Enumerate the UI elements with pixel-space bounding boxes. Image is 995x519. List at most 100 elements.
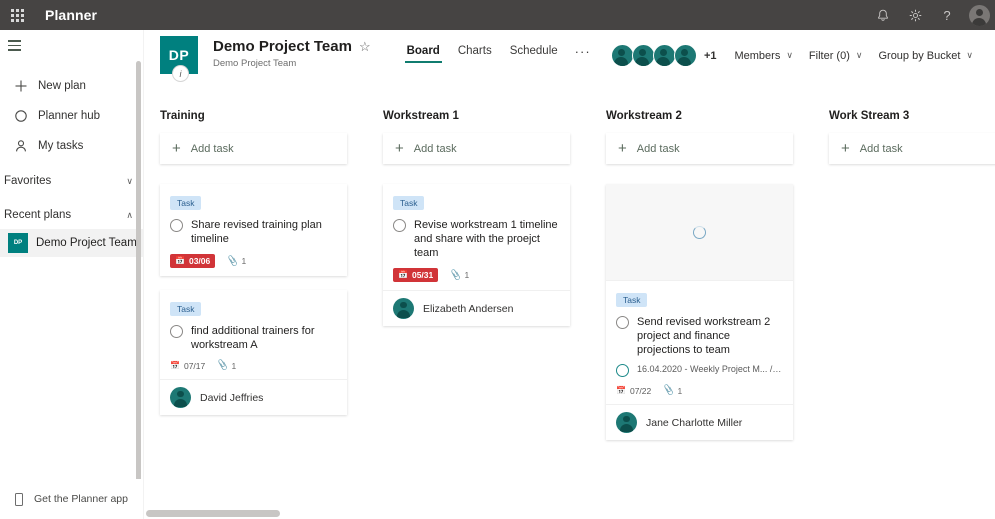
bucket-workstream-2: Workstream 2 + Add task Task Send revise… bbox=[606, 110, 793, 454]
task-complete-checkbox[interactable] bbox=[170, 325, 183, 338]
app-launcher-waffle-icon[interactable] bbox=[0, 0, 34, 30]
members-dropdown[interactable]: Members ∨ bbox=[726, 46, 800, 66]
help-question-icon[interactable]: ? bbox=[931, 0, 963, 30]
circle-glyph bbox=[15, 110, 27, 122]
sidebar-item-new-plan[interactable]: New plan bbox=[0, 71, 143, 101]
sidebar-item-label: Planner hub bbox=[38, 110, 101, 122]
add-task-button[interactable]: + Add task bbox=[829, 133, 995, 164]
member-avatar-stack[interactable] bbox=[610, 44, 697, 67]
sidebar-item-demo-project-team[interactable]: DP Demo Project Team bbox=[0, 229, 143, 257]
tab-board[interactable]: Board bbox=[399, 43, 448, 63]
label-chip[interactable]: Task bbox=[616, 293, 648, 307]
sidebar-section-recent-plans[interactable]: Recent plans ∧ bbox=[0, 201, 143, 229]
get-planner-app-link[interactable]: Get the Planner app bbox=[0, 479, 143, 519]
member-avatar[interactable] bbox=[631, 44, 655, 67]
settings-gear-icon[interactable] bbox=[899, 0, 931, 30]
member-avatar[interactable] bbox=[652, 44, 676, 67]
sidebar-item-my-tasks[interactable]: My tasks bbox=[0, 131, 143, 161]
group-by-dropdown[interactable]: Group by Bucket ∨ bbox=[870, 46, 981, 66]
plus-icon: + bbox=[172, 140, 181, 157]
bucket-list: Training + Add task Task Share revised t… bbox=[160, 110, 995, 454]
attachment-value: 1 bbox=[241, 256, 247, 266]
board-scrollbar-thumb[interactable] bbox=[146, 510, 280, 517]
filter-label: Filter (0) bbox=[808, 49, 850, 62]
assignee-avatar[interactable] bbox=[616, 412, 637, 433]
task-card[interactable]: Task Share revised training plan timelin… bbox=[160, 184, 347, 276]
section-label: Favorites bbox=[4, 175, 52, 187]
board-horizontal-scrollbar[interactable] bbox=[144, 507, 995, 519]
tab-overflow-ellipsis-icon[interactable]: ··· bbox=[568, 43, 598, 60]
suite-bar-actions: ? bbox=[867, 0, 995, 30]
subtask-title: 16.04.2020 - Weekly Project M... / 2 - W… bbox=[637, 364, 783, 374]
due-date-badge[interactable]: 📅 07/17 bbox=[170, 361, 205, 371]
sidebar-item-label: New plan bbox=[38, 80, 86, 92]
task-card-body: Task Revise workstream 1 timeline and sh… bbox=[383, 184, 570, 290]
member-overflow-count[interactable]: +1 bbox=[704, 50, 717, 62]
add-task-label: Add task bbox=[190, 142, 234, 155]
chevron-down-icon: ∨ bbox=[786, 50, 793, 60]
bell-glyph bbox=[878, 9, 888, 21]
get-app-label: Get the Planner app bbox=[34, 493, 128, 505]
task-meta-row: 📅 03/06 📎 1 bbox=[170, 254, 337, 268]
tab-schedule[interactable]: Schedule bbox=[502, 43, 566, 63]
attachment-value: 1 bbox=[464, 270, 470, 280]
sidebar-vertical-scrollbar[interactable] bbox=[136, 61, 141, 479]
subtask-row: 16.04.2020 - Weekly Project M... / 2 - W… bbox=[616, 363, 783, 377]
label-chip[interactable]: Task bbox=[170, 196, 202, 210]
bucket-title[interactable]: Training bbox=[160, 110, 347, 124]
bucket-training: Training + Add task Task Share revised t… bbox=[160, 110, 347, 429]
chevron-down-icon: ∨ bbox=[855, 50, 863, 60]
task-title: Share revised training plan timeline bbox=[191, 219, 322, 245]
label-chip[interactable]: Task bbox=[170, 302, 202, 316]
app-title: Planner bbox=[45, 7, 98, 23]
waffle-grid bbox=[10, 8, 24, 22]
member-avatar[interactable] bbox=[673, 44, 697, 67]
task-assignee-row: Elizabeth Andersen bbox=[383, 290, 570, 326]
task-card[interactable]: Task Revise workstream 1 timeline and sh… bbox=[383, 184, 570, 326]
task-complete-checkbox[interactable] bbox=[616, 316, 629, 329]
add-task-label: Add task bbox=[859, 142, 903, 155]
sidebar-item-planner-hub[interactable]: Planner hub bbox=[0, 101, 143, 131]
member-avatar[interactable] bbox=[610, 44, 634, 67]
task-meta-row: 📅 07/22 📎 1 bbox=[616, 384, 783, 396]
assignee-avatar[interactable] bbox=[393, 298, 414, 319]
assignee-name: David Jeffries bbox=[200, 391, 264, 404]
filter-dropdown[interactable]: Filter (0) ∨ bbox=[801, 46, 871, 66]
bucket-title[interactable]: Workstream 1 bbox=[383, 110, 570, 124]
bucket-title[interactable]: Workstream 2 bbox=[606, 110, 793, 124]
app-shell: New plan Planner hub My tasks Favorites … bbox=[0, 30, 995, 519]
due-date-value: 07/22 bbox=[629, 385, 652, 396]
task-meta-row: 📅 07/17 📎 1 bbox=[170, 359, 337, 371]
task-complete-checkbox[interactable] bbox=[170, 219, 183, 232]
add-task-button[interactable]: + Add task bbox=[160, 133, 347, 164]
due-date-badge[interactable]: 📅 03/06 bbox=[170, 254, 216, 268]
sidebar-section-favorites[interactable]: Favorites ∨ bbox=[0, 167, 143, 195]
task-card[interactable]: Task find additional trainers for workst… bbox=[160, 290, 347, 415]
subtask-complete-checkbox[interactable] bbox=[616, 364, 629, 377]
notifications-bell-icon[interactable] bbox=[867, 0, 899, 30]
task-card[interactable]: Task Send revised workstream 2 project a… bbox=[606, 184, 793, 440]
user-avatar[interactable] bbox=[963, 0, 995, 30]
plus-icon: + bbox=[395, 140, 404, 157]
left-navigation: New plan Planner hub My tasks Favorites … bbox=[0, 30, 144, 519]
tab-charts[interactable]: Charts bbox=[450, 43, 500, 63]
add-task-button[interactable]: + Add task bbox=[383, 133, 570, 164]
assignee-avatar[interactable] bbox=[170, 387, 191, 408]
suite-bar: Planner ? bbox=[0, 0, 995, 30]
task-complete-checkbox[interactable] bbox=[393, 219, 406, 232]
due-date-badge[interactable]: 📅 05/31 bbox=[393, 268, 439, 282]
add-task-button[interactable]: + Add task bbox=[606, 133, 793, 164]
page-title: Demo Project Team bbox=[213, 38, 352, 55]
task-title-row: Send revised workstream 2 project and fi… bbox=[616, 315, 783, 357]
plus-glyph bbox=[15, 80, 27, 92]
nav-toggle-hamburger-icon[interactable] bbox=[0, 30, 143, 61]
bucket-title[interactable]: Work Stream 3 bbox=[829, 110, 995, 124]
due-date-badge[interactable]: 📅 07/22 bbox=[616, 386, 651, 396]
task-meta-row: 📅 05/31 📎 1 bbox=[393, 268, 560, 282]
attachment-count: 📎 1 bbox=[449, 268, 470, 280]
phone-glyph bbox=[15, 492, 23, 506]
calendar-icon: 📅 bbox=[616, 385, 626, 395]
favorite-star-icon[interactable]: ☆ bbox=[359, 39, 371, 55]
attachment-count: 📎 1 bbox=[662, 384, 682, 396]
label-chip[interactable]: Task bbox=[393, 196, 425, 210]
